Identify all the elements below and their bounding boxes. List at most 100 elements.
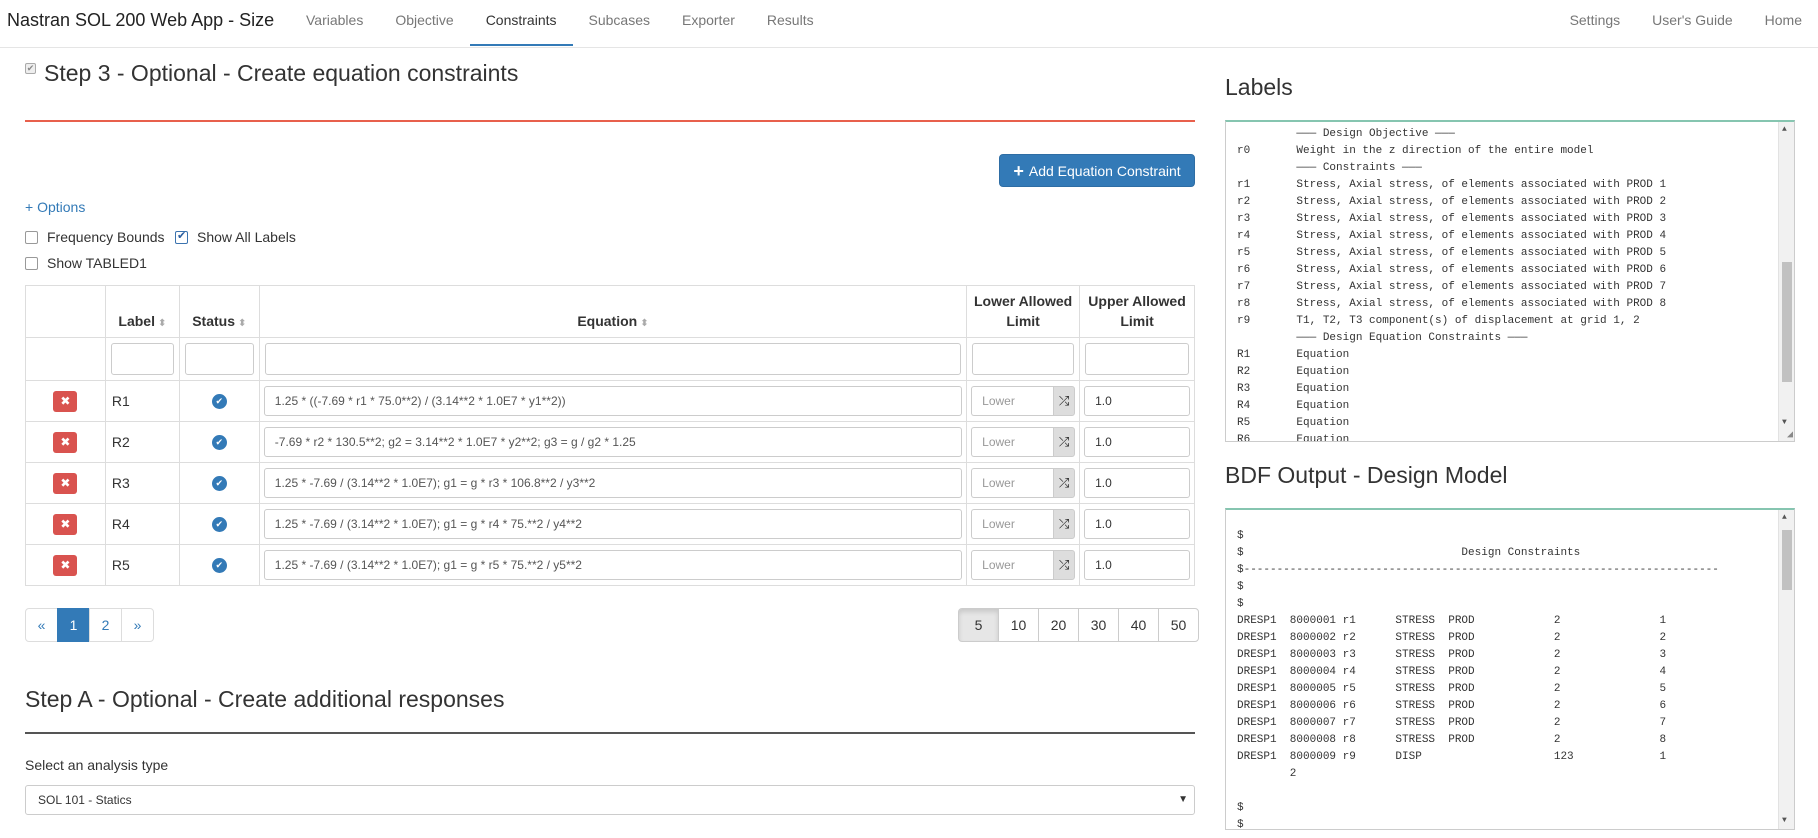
stepA-title: Step A - Optional - Create additional re… — [25, 686, 505, 712]
delete-row-button[interactable]: ✖ — [53, 554, 78, 576]
bdf-scrollbar[interactable]: ▲ ▼ — [1778, 510, 1794, 829]
equation-input[interactable]: 1.25 * -7.69 / (3.14**2 * 1.0E7); g1 = g… — [263, 550, 963, 580]
upper-limit-input[interactable]: 1.0 — [1084, 468, 1190, 498]
labels-line: r8 Stress, Axial stress, of elements ass… — [1237, 298, 1667, 310]
labels-line: r1 Stress, Axial stress, of elements ass… — [1237, 179, 1667, 191]
labels-line: r7 Stress, Axial stress, of elements ass… — [1237, 281, 1667, 293]
close-icon: ✖ — [60, 558, 71, 572]
delete-row-button[interactable]: ✖ — [53, 513, 78, 535]
navbar: Nastran SOL 200 Web App - Size Variables… — [0, 0, 1818, 48]
shuffle-icon[interactable]: ⤮ — [1053, 386, 1076, 416]
status-filter-input[interactable] — [184, 343, 254, 375]
nav-variables[interactable]: Variables — [290, 0, 379, 46]
prev-page-button[interactable]: « — [25, 608, 58, 642]
scroll-down-icon[interactable]: ▼ — [1782, 418, 1787, 427]
analysis-type-select[interactable]: SOL 101 - Statics ▼ — [25, 785, 1195, 815]
page-size-30[interactable]: 30 — [1078, 608, 1119, 642]
labels-line: R1 Equation — [1237, 349, 1350, 361]
bdf-line: DRESP1 8000005 r5 STRESS PROD 2 5 — [1237, 683, 1667, 695]
equation-input[interactable]: 1.25 * ((-7.69 * r1 * 75.0**2) / (3.14**… — [263, 386, 963, 416]
bdf-line: DRESP1 8000003 r3 STRESS PROD 2 3 — [1237, 649, 1667, 661]
equation-input[interactable]: 1.25 * -7.69 / (3.14**2 * 1.0E7); g1 = g… — [263, 509, 963, 539]
header-status[interactable]: Status ⬍ — [178, 285, 260, 338]
nav-objective[interactable]: Objective — [379, 0, 469, 46]
equation-input[interactable]: 1.25 * -7.69 / (3.14**2 * 1.0E7); g1 = g… — [263, 468, 963, 498]
pagination: « 1 2 » — [25, 608, 154, 642]
bdf-output-textarea[interactable]: $ $ Design Constraints $------------------… — [1225, 508, 1795, 830]
shuffle-icon[interactable]: ⤮ — [1053, 468, 1076, 498]
labels-line: ——— Design Objective ——— — [1237, 128, 1455, 140]
shuffle-icon[interactable]: ⤮ — [1053, 427, 1076, 457]
nav-settings[interactable]: Settings — [1554, 0, 1637, 46]
nav-users-guide[interactable]: User's Guide — [1636, 0, 1748, 46]
header-upper-limit: Upper Allowed Limit — [1079, 285, 1195, 338]
upper-limit-input[interactable]: 1.0 — [1084, 550, 1190, 580]
labels-line: r9 T1, T2, T3 component(s) of displaceme… — [1237, 315, 1640, 327]
next-page-button[interactable]: » — [121, 608, 154, 642]
nav-subcases[interactable]: Subcases — [573, 0, 666, 46]
lower-limit-input[interactable]: Lower — [971, 427, 1054, 457]
lower-limit-input[interactable]: Lower — [971, 509, 1054, 539]
scroll-thumb[interactable] — [1782, 262, 1792, 382]
upper-limit-input[interactable]: 1.0 — [1084, 427, 1190, 457]
labels-line: R3 Equation — [1237, 383, 1350, 395]
step3-done-checkbox[interactable]: ✔ — [25, 63, 36, 74]
table-row: ✖ R5 ✔ 1.25 * -7.69 / (3.14**2 * 1.0E7);… — [25, 544, 1195, 586]
page-size-50[interactable]: 50 — [1158, 608, 1199, 642]
nav-exporter[interactable]: Exporter — [666, 0, 751, 46]
page-size-40[interactable]: 40 — [1118, 608, 1159, 642]
lower-limit-input[interactable]: Lower — [971, 386, 1054, 416]
lower-limit-input[interactable]: Lower — [971, 468, 1054, 498]
nav-home[interactable]: Home — [1749, 0, 1818, 46]
page-button-1[interactable]: 1 — [57, 608, 90, 642]
header-label[interactable]: Label ⬍ — [104, 285, 180, 338]
frequency-bounds-checkbox[interactable] — [25, 230, 38, 244]
upper-limit-input[interactable]: 1.0 — [1084, 386, 1190, 416]
labels-textarea[interactable]: ——— Design Objective ——— r0 Weight in the… — [1225, 120, 1795, 442]
resize-handle-icon[interactable]: ◢ — [1787, 429, 1793, 441]
brand-title[interactable]: Nastran SOL 200 Web App - Size — [7, 9, 274, 31]
frequency-bounds-label: Frequency Bounds — [47, 229, 165, 245]
label-filter-input[interactable] — [110, 343, 174, 375]
nav-constraints[interactable]: Constraints — [469, 0, 573, 46]
show-all-labels-label: Show All Labels — [197, 229, 296, 245]
labels-line: r2 Stress, Axial stress, of elements ass… — [1237, 196, 1667, 208]
lower-limit-input[interactable]: Lower — [971, 550, 1054, 580]
page-size-10[interactable]: 10 — [998, 608, 1039, 642]
delete-row-button[interactable]: ✖ — [53, 390, 78, 412]
analysis-type-value: SOL 101 - Statics — [38, 793, 132, 807]
page-size-5[interactable]: 5 — [958, 608, 999, 642]
bdf-line: DRESP1 8000004 r4 STRESS PROD 2 4 — [1237, 666, 1667, 678]
options-link[interactable]: + Options — [25, 199, 85, 215]
show-all-labels-checkbox[interactable] — [175, 229, 188, 244]
header-equation[interactable]: Equation ⬍ — [258, 285, 968, 338]
labels-content: ——— Design Objective ——— r0 Weight in the… — [1226, 126, 1794, 441]
scroll-up-icon[interactable]: ▲ — [1782, 513, 1787, 522]
bdf-line: DRESP1 8000002 r2 STRESS PROD 2 2 — [1237, 632, 1667, 644]
table-row: ✖ R4 ✔ 1.25 * -7.69 / (3.14**2 * 1.0E7);… — [25, 503, 1195, 545]
labels-scrollbar[interactable]: ▲ ▼ — [1778, 122, 1794, 441]
constraints-table: Label ⬍ Status ⬍ Equation ⬍ Lower Allowed Li… — [25, 285, 1195, 586]
delete-row-button[interactable]: ✖ — [53, 431, 78, 453]
scroll-down-icon[interactable]: ▼ — [1782, 816, 1787, 825]
shuffle-icon[interactable]: ⤮ — [1053, 550, 1076, 580]
nav-results[interactable]: Results — [751, 0, 830, 46]
check-circle-icon: ✔ — [211, 557, 227, 573]
lower-filter-input[interactable] — [972, 343, 1075, 375]
add-equation-constraint-button[interactable]: + Add Equation Constraint — [999, 154, 1195, 187]
shuffle-icon[interactable]: ⤮ — [1053, 509, 1076, 539]
page-button-2[interactable]: 2 — [89, 608, 122, 642]
scroll-thumb[interactable] — [1782, 530, 1792, 590]
delete-row-button[interactable]: ✖ — [53, 472, 78, 494]
equation-input[interactable]: -7.69 * r2 * 130.5**2; g2 = 3.14**2 * 1.… — [263, 427, 963, 457]
page-size-20[interactable]: 20 — [1038, 608, 1079, 642]
bdf-line: $---------------------------------------… — [1237, 564, 1719, 576]
equation-filter-input[interactable] — [264, 343, 962, 375]
table-row: ✖ R2 ✔ -7.69 * r2 * 130.5**2; g2 = 3.14*… — [25, 421, 1195, 463]
plus-icon: + — [1013, 160, 1024, 181]
scroll-up-icon[interactable]: ▲ — [1782, 125, 1787, 134]
analysis-type-label: Select an analysis type — [25, 757, 169, 773]
upper-limit-input[interactable]: 1.0 — [1084, 509, 1190, 539]
upper-filter-input[interactable] — [1085, 343, 1189, 375]
show-tabled1-checkbox[interactable] — [25, 256, 38, 270]
